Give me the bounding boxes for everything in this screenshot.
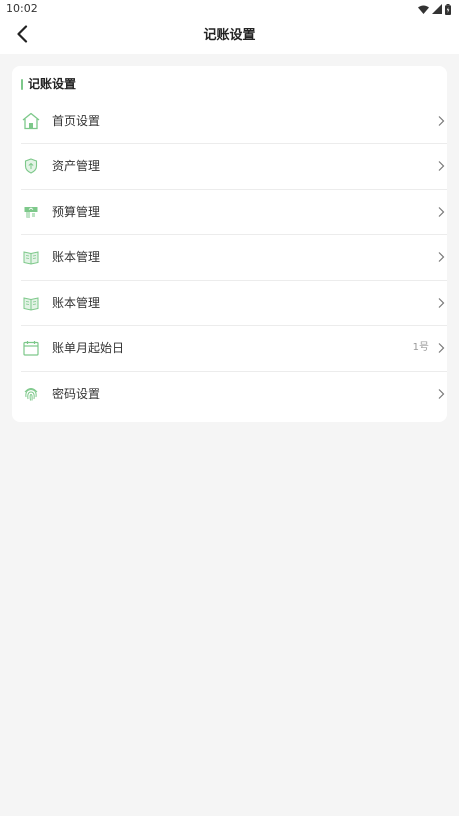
shield-icon [21,156,41,176]
settings-card: 记账设置 首页设置 资产管理 预算管理 账本管理 账本管理 账单月起始日 1号 … [12,66,447,422]
nav-bar: 记账设置 [0,18,459,54]
book-icon [21,247,41,267]
top-area: 10:02 记账设置 [0,0,459,54]
status-icons [418,3,451,15]
section-accent-bar [21,78,23,90]
section-header: 记账设置 [21,75,76,93]
chevron-right-icon [435,387,447,401]
chevron-right-icon [435,341,447,355]
menu-item-home-settings[interactable]: 首页设置 [21,98,447,143]
menu-list: 首页设置 资产管理 预算管理 账本管理 账本管理 账单月起始日 1号 密码设置 [21,98,447,416]
menu-item-label: 账本管理 [52,250,101,265]
book-icon [21,293,41,313]
chevron-right-icon [435,205,447,219]
menu-item-budget-management[interactable]: 预算管理 [21,188,447,235]
menu-item-ledger-management-2[interactable]: 账本管理 [21,279,447,326]
wifi-icon [418,5,429,14]
menu-item-label: 首页设置 [52,113,101,128]
status-bar: 10:02 [0,0,459,18]
calendar-icon [21,338,41,358]
status-time: 10:02 [6,2,38,15]
home-icon [21,111,41,131]
page-title: 记账设置 [203,28,256,43]
billing-start-day-value: 1号 [412,342,429,354]
chevron-right-icon [435,250,447,264]
menu-item-password-settings[interactable]: 密码设置 [21,370,447,417]
menu-item-label: 账本管理 [52,295,101,310]
chevron-right-icon [435,159,447,173]
section-title: 记账设置 [28,77,77,91]
menu-item-billing-start-day[interactable]: 账单月起始日 1号 [21,325,447,371]
fingerprint-icon [21,384,41,404]
menu-item-label: 预算管理 [52,204,101,219]
chevron-right-icon [435,296,447,310]
menu-item-label: 密码设置 [52,386,101,401]
menu-item-asset-management[interactable]: 资产管理 [21,143,447,189]
signal-icon [432,4,442,14]
menu-item-label: 账单月起始日 [52,341,125,356]
menu-item-label: 资产管理 [52,159,101,174]
chevron-right-icon [435,114,447,128]
menu-item-ledger-management[interactable]: 账本管理 [21,234,447,280]
wallet-icon [21,202,41,222]
battery-icon [445,3,451,15]
